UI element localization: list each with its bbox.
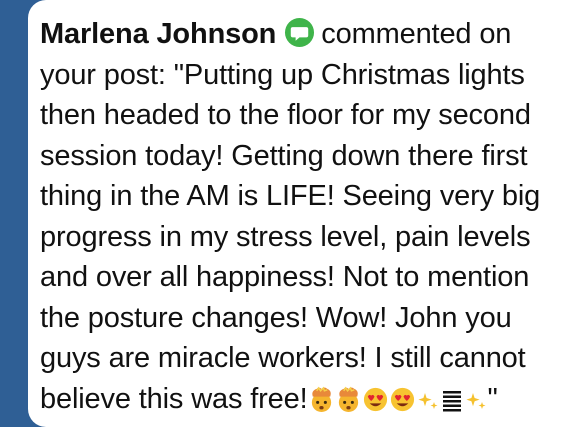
comment-author[interactable]: Marlena Johnson (40, 18, 276, 50)
comment-badge-icon (285, 17, 315, 48)
left-edge-strip (0, 0, 28, 427)
comment-body: your post: "Putting up Christmas lights … (40, 58, 541, 415)
comment-text: Marlena Johnson commented on your post: … (40, 14, 568, 419)
sparkles-emoji (465, 392, 485, 409)
closing-quote: " (487, 382, 498, 415)
sparkles-emoji (417, 392, 437, 409)
heart-eyes-emoji (363, 387, 387, 411)
comment-card: Marlena Johnson commented on your post: … (28, 0, 578, 427)
heart-eyes-emoji (390, 387, 414, 411)
exploding-head-emoji (338, 386, 358, 412)
exploding-head-emoji (311, 386, 331, 412)
comment-action: commented on (321, 18, 512, 50)
stacked-lines-emoji (442, 390, 461, 411)
